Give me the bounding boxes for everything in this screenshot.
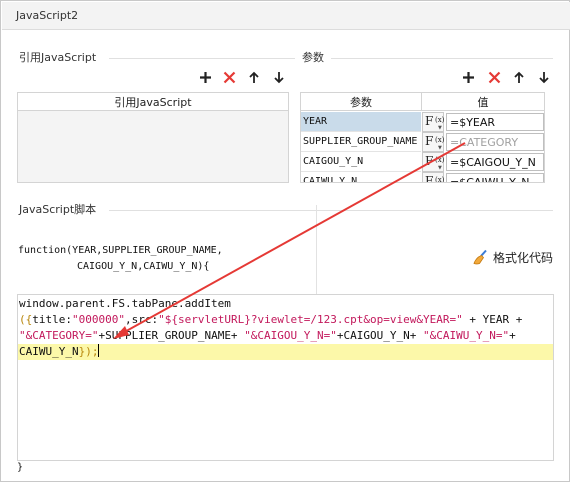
title-bar: JavaScript2 (2, 2, 570, 30)
ref-delete-button[interactable] (221, 69, 237, 85)
delete-icon (223, 71, 235, 83)
window-title: JavaScript2 (16, 9, 79, 22)
ref-move-down-button[interactable] (271, 69, 287, 85)
dropdown-arrow-icon: ▼ (438, 165, 442, 171)
formula-button[interactable]: F(x)▼ (422, 152, 444, 172)
move-up-icon (514, 71, 524, 83)
param-value-header: 值 (422, 93, 544, 111)
formula-button[interactable]: F(x)▼ (422, 112, 444, 132)
function-signature: function(YEAR,SUPPLIER_GROUP_NAME, CAIGO… (17, 205, 317, 295)
dialog-frame: JavaScript2 引用JavaScript 引用JavaScript 参数… (0, 0, 570, 482)
code-line: ({title:"000000",src:"${servletURL}?view… (19, 313, 523, 326)
code-editor[interactable]: window.parent.FS.tabPane.addItem ({title… (17, 294, 554, 461)
param-row: CAIGOU_Y_N F (x) ▼ =$CAIGOU_Y_N (301, 152, 544, 172)
ref-js-label: 引用JavaScript (19, 51, 97, 64)
param-value-input[interactable]: =$YEAR (446, 113, 544, 131)
param-add-button[interactable] (460, 69, 476, 85)
param-name-header: 参数 (301, 93, 422, 111)
code-line: window.parent.FS.tabPane.addItem (19, 297, 231, 310)
param-delete-button[interactable] (486, 69, 502, 85)
code-line: "&CATEGORY="+SUPPLIER_GROUP_NAME+ "&CAIG… (19, 329, 516, 342)
param-row: YEAR F (x) ▼ =$YEAR (301, 112, 544, 132)
params-label: 参数 (302, 51, 324, 64)
broom-icon (473, 249, 487, 265)
format-code-label: 格式化代码 (493, 250, 554, 265)
param-name-cell[interactable]: CAIWU_Y_N (301, 172, 421, 182)
param-move-down-button[interactable] (536, 69, 552, 85)
ref-js-separator (109, 58, 295, 59)
add-icon (462, 71, 474, 83)
signature-line-2: CAIGOU_Y_N,CAIWU_Y_N){ (77, 261, 210, 272)
move-down-icon (539, 71, 549, 83)
text-caret (98, 344, 100, 357)
ref-js-column-header: 引用JavaScript (18, 93, 288, 111)
move-up-icon (249, 71, 259, 83)
params-table: 参数 值 YEAR F (x) ▼ =$YEAR SUPPLIER_GROUP_NA… (300, 92, 545, 183)
dropdown-arrow-icon: ▼ (438, 145, 442, 151)
ref-move-up-button[interactable] (246, 69, 262, 85)
code-line-current: CAIWU_Y_N}); (18, 344, 553, 360)
formula-button[interactable]: F(x)▼ (422, 132, 444, 152)
delete-icon (488, 71, 500, 83)
ref-js-list[interactable]: 引用JavaScript (17, 92, 289, 183)
params-separator (331, 58, 553, 59)
format-code-button[interactable]: 格式化代码 (473, 248, 553, 266)
dropdown-arrow-icon: ▼ (438, 125, 442, 131)
move-down-icon (274, 71, 284, 83)
signature-line-1: function(YEAR,SUPPLIER_GROUP_NAME, (18, 245, 223, 256)
param-name-cell[interactable]: CAIGOU_Y_N (301, 152, 421, 172)
param-move-up-button[interactable] (511, 69, 527, 85)
param-value-input[interactable]: =$CAIWU_Y_N (446, 173, 544, 182)
param-name-cell[interactable]: SUPPLIER_GROUP_NAME (301, 132, 421, 152)
add-icon (199, 71, 211, 83)
closing-brace: } (17, 462, 24, 473)
param-value-input[interactable]: =$CAIGOU_Y_N (446, 153, 544, 171)
param-name-cell[interactable]: YEAR (301, 112, 421, 132)
param-row: CAIWU_Y_N F(x)▼ =$CAIWU_Y_N (301, 172, 544, 182)
ref-add-button[interactable] (197, 69, 213, 85)
param-value-input[interactable]: =CATEGORY (446, 133, 544, 151)
param-row: SUPPLIER_GROUP_NAME F (x) ▼ =CATEGORY (301, 132, 544, 152)
formula-button[interactable]: F(x)▼ (422, 172, 444, 182)
